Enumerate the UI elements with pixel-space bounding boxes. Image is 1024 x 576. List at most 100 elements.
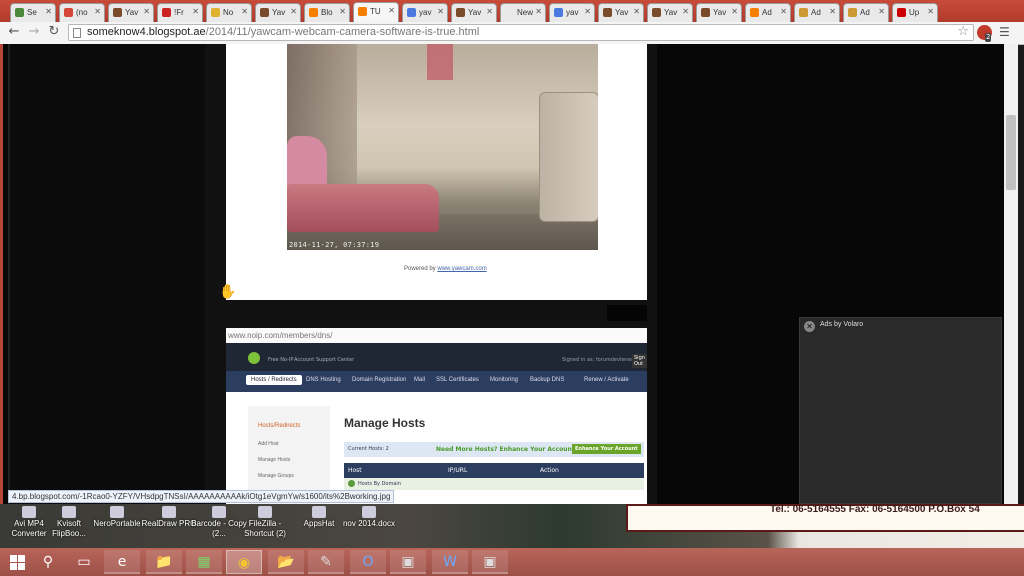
camera-2-icon[interactable]: ▣ bbox=[472, 550, 508, 574]
tab[interactable]: Up ✕ bbox=[892, 3, 938, 22]
tab[interactable]: No ✕ bbox=[206, 3, 252, 22]
tab-favicon-icon bbox=[456, 8, 465, 17]
tab-close-icon[interactable]: ✕ bbox=[143, 7, 150, 16]
tab-title: Ad bbox=[762, 8, 772, 17]
tab-favicon-icon bbox=[260, 8, 269, 17]
tab-close-icon[interactable]: ✕ bbox=[682, 7, 689, 16]
paint-icon[interactable]: ✎ bbox=[308, 550, 344, 574]
tab[interactable]: Yav ✕ bbox=[451, 3, 497, 22]
forward-button[interactable]: → bbox=[26, 24, 42, 40]
noip-nav-item: Monitoring bbox=[490, 377, 519, 383]
tab[interactable]: New T✕ bbox=[500, 3, 546, 22]
tab-close-icon[interactable]: ✕ bbox=[731, 7, 738, 16]
tab-close-icon[interactable]: ✕ bbox=[780, 7, 787, 16]
internet-explorer-icon[interactable]: e bbox=[104, 550, 140, 574]
file-explorer-icon[interactable]: 📁 bbox=[146, 550, 182, 574]
shortcut-label: Kvisoft FlipBoo... bbox=[52, 519, 86, 538]
tab-title: Yav bbox=[125, 8, 139, 17]
tab[interactable]: yav ✕ bbox=[549, 3, 595, 22]
desktop-shortcut[interactable]: nov 2014.docx bbox=[340, 504, 398, 529]
noip-side-item: Manage Hosts bbox=[258, 457, 291, 463]
address-bar[interactable]: someknow4.blogspot.ae/2014/11/yawcam-web… bbox=[68, 24, 974, 41]
tab-title: Yav bbox=[272, 8, 286, 17]
noip-nav-item: Hosts / Redirects bbox=[246, 375, 302, 385]
tab-close-icon[interactable]: ✕ bbox=[388, 6, 395, 15]
tab-favicon-icon bbox=[897, 8, 906, 17]
tab-close-icon[interactable]: ✕ bbox=[339, 7, 346, 16]
camera-icon[interactable]: ▣ bbox=[390, 550, 426, 574]
windows-start-icon[interactable] bbox=[10, 555, 25, 570]
noip-side-heading: Hosts/Redirects bbox=[258, 423, 301, 429]
yawcam-link[interactable]: www.yawcam.com bbox=[437, 266, 486, 272]
scrollbar-track[interactable] bbox=[1004, 44, 1018, 504]
webcam-image[interactable] bbox=[287, 44, 598, 250]
noip-side-item: Manage Groups bbox=[258, 473, 294, 479]
noip-row-label: Hosts By Domain bbox=[358, 481, 401, 487]
desktop-shortcut[interactable]: NeroPortable bbox=[88, 504, 146, 529]
tab[interactable]: Yav ✕ bbox=[108, 3, 154, 22]
tab[interactable]: Ad ✕ bbox=[843, 3, 889, 22]
tab[interactable]: Ad ✕ bbox=[745, 3, 791, 22]
tab-close-icon[interactable]: ✕ bbox=[927, 7, 934, 16]
tab[interactable]: Yav ✕ bbox=[696, 3, 742, 22]
chrome-menu-icon[interactable]: ☰ bbox=[999, 25, 1010, 39]
tab[interactable]: Ad ✕ bbox=[794, 3, 840, 22]
noip-column-header: Host bbox=[348, 467, 362, 474]
tab-close-icon[interactable]: ✕ bbox=[535, 7, 542, 16]
tab-close-icon[interactable]: ✕ bbox=[45, 7, 52, 16]
shortcut-icon bbox=[362, 506, 376, 518]
desktop-shortcut[interactable]: FileZilla - Shortcut (2) bbox=[236, 504, 294, 539]
back-button[interactable]: ← bbox=[6, 24, 22, 40]
tab-close-icon[interactable]: ✕ bbox=[437, 7, 444, 16]
tab[interactable]: Yav ✕ bbox=[598, 3, 644, 22]
tab-favicon-icon bbox=[407, 8, 416, 17]
tab-close-icon[interactable]: ✕ bbox=[241, 7, 248, 16]
tab[interactable]: !Fr ✕ bbox=[157, 3, 203, 22]
mattress bbox=[287, 184, 439, 232]
chrome-icon[interactable]: ◉ bbox=[226, 550, 262, 574]
embedded-url: www.noip.com/members/dns/ bbox=[226, 328, 647, 343]
tab[interactable]: TU ✕ bbox=[353, 2, 399, 22]
word-icon[interactable]: W bbox=[432, 550, 468, 574]
noip-page-title: Manage Hosts bbox=[344, 416, 426, 430]
tab-favicon-icon bbox=[799, 8, 808, 17]
noip-table-header bbox=[344, 463, 644, 478]
tab[interactable]: Blo ✕ bbox=[304, 3, 350, 22]
tab-title: Yav bbox=[615, 8, 629, 17]
scrollbar-thumb[interactable] bbox=[1006, 115, 1016, 190]
tab-close-icon[interactable]: ✕ bbox=[829, 7, 836, 16]
store-icon[interactable]: ▦ bbox=[186, 550, 222, 574]
url-host: someknow4.blogspot.ae bbox=[87, 26, 206, 38]
task-view-icon[interactable]: ▭ bbox=[66, 550, 102, 574]
close-icon[interactable]: ✕ bbox=[804, 321, 815, 332]
powered-by-label: Powered by bbox=[404, 266, 436, 272]
noip-domain-icon bbox=[348, 480, 355, 487]
shortcut-icon bbox=[212, 506, 226, 518]
shortcut-label: nov 2014.docx bbox=[342, 519, 396, 528]
tab-close-icon[interactable]: ✕ bbox=[486, 7, 493, 16]
noip-top-link: Free No-IP bbox=[268, 357, 294, 363]
noip-sign-out: Sign Out bbox=[632, 354, 647, 368]
folder-icon[interactable]: 📂 bbox=[268, 550, 304, 574]
tab[interactable]: Yav ✕ bbox=[255, 3, 301, 22]
search-icon[interactable]: ⚲ bbox=[30, 550, 66, 574]
tab-close-icon[interactable]: ✕ bbox=[192, 7, 199, 16]
tab-favicon-icon bbox=[848, 8, 857, 17]
tab-title: yav bbox=[566, 8, 579, 17]
tab-close-icon[interactable]: ✕ bbox=[94, 7, 101, 16]
reload-button[interactable]: ↻ bbox=[46, 24, 62, 40]
tab-close-icon[interactable]: ✕ bbox=[290, 7, 297, 16]
tab[interactable]: (no ✕ bbox=[59, 3, 105, 22]
tab[interactable]: yav ✕ bbox=[402, 3, 448, 22]
tab-close-icon[interactable]: ✕ bbox=[633, 7, 640, 16]
tab[interactable]: Se ✕ bbox=[10, 3, 56, 22]
noip-logo-icon bbox=[248, 352, 260, 364]
tab-close-icon[interactable]: ✕ bbox=[878, 7, 885, 16]
bookmark-star-icon[interactable]: ☆ bbox=[957, 24, 969, 39]
tab-close-icon[interactable]: ✕ bbox=[584, 7, 591, 16]
url-text: someknow4.blogspot.ae/2014/11/yawcam-web… bbox=[87, 26, 479, 38]
noip-top-link: Support Center bbox=[316, 357, 355, 363]
tab-favicon-icon bbox=[358, 7, 367, 16]
tab[interactable]: Yav ✕ bbox=[647, 3, 693, 22]
outlook-icon[interactable]: O bbox=[350, 550, 386, 574]
